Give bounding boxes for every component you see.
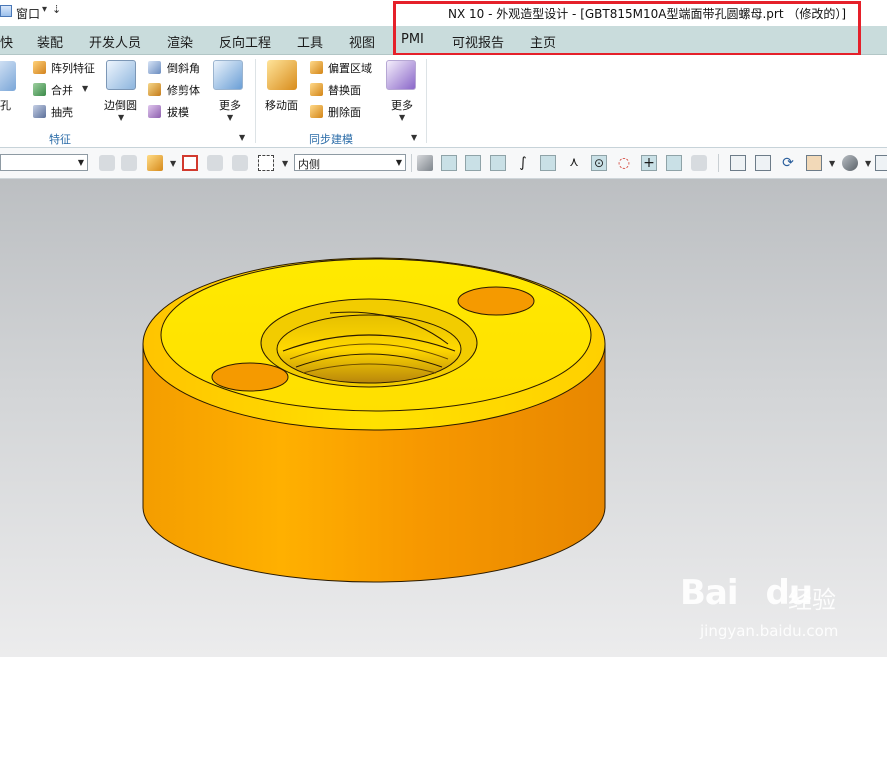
view-edit-icon[interactable]	[875, 155, 887, 171]
title-bar: 窗口 ▾ ⇣ NX 10 - 外观造型设计 - [GBT815M10A型端面带孔…	[0, 0, 887, 26]
intersection-icon[interactable]: ⋏	[566, 155, 582, 171]
quadrant-point-icon[interactable]: ◌	[616, 155, 632, 171]
group-expand-icon[interactable]: ▼	[411, 133, 417, 142]
offset-region-icon	[310, 61, 323, 74]
ribbon-separator	[426, 59, 427, 143]
threaded-bore	[260, 298, 478, 388]
chevron-down-icon[interactable]: ▼	[282, 159, 288, 168]
pattern-feature-icon	[33, 61, 46, 74]
more-sync-button[interactable]: 更多	[391, 97, 413, 113]
type-filter-select[interactable]: ▼	[0, 154, 88, 171]
pin-hole-right	[457, 286, 535, 316]
tab-assembly[interactable]: 装配	[37, 32, 63, 51]
chevron-down-icon: ▼	[77, 158, 84, 167]
offset-region-button[interactable]: 偏置区域	[328, 60, 372, 76]
end-point-icon[interactable]	[666, 155, 682, 171]
ribbon-separator	[255, 59, 256, 143]
inside-select[interactable]: 内侧 ▼	[294, 154, 406, 171]
point-on-curve-icon[interactable]	[540, 155, 556, 171]
move-face-button[interactable]: 移动面	[265, 97, 298, 113]
tab-render[interactable]: 渲染	[167, 32, 193, 51]
move-face-icon[interactable]	[267, 60, 297, 90]
deselect-icon[interactable]	[207, 155, 223, 171]
tab-reverse-engineering[interactable]: 反向工程	[219, 32, 271, 51]
snap-icon[interactable]	[99, 155, 115, 171]
quick-access-customize-icon[interactable]: ⇣	[52, 3, 61, 16]
replace-face-button[interactable]: 替换面	[328, 82, 361, 98]
chevron-down-icon[interactable]: ▼	[227, 113, 233, 122]
feature-group-label: 特征	[49, 133, 71, 146]
window-title: NX 10 - 外观造型设计 - [GBT815M10A型端面带孔圆螺母.prt…	[448, 7, 847, 21]
sync-modeling-group-label: 同步建模	[309, 133, 353, 146]
trim-body-icon	[148, 83, 161, 96]
tab-view[interactable]: 视图	[349, 32, 375, 51]
watermark-url: jingyan.baidu.com	[700, 622, 839, 640]
shell-button[interactable]: 抽壳	[51, 104, 73, 120]
rotate-icon[interactable]: ⟳	[780, 155, 796, 171]
tab-visual-report[interactable]: 可视报告	[452, 32, 504, 51]
chevron-down-icon: ▼	[395, 158, 402, 167]
chevron-down-icon[interactable]: ▼	[829, 159, 835, 168]
delete-face-icon	[310, 105, 323, 118]
ribbon-panel: 孔 阵列特征 合并 ▼ 抽壳 边倒圆 ▼ 倒斜角 修剪体 拔模 更多 ▼ 特征 …	[0, 55, 887, 148]
fit-view-icon[interactable]	[730, 155, 746, 171]
toolbar-separator	[718, 154, 719, 172]
chevron-down-icon[interactable]: ▾	[42, 4, 47, 15]
orient-view-icon[interactable]	[806, 155, 822, 171]
select-follow-icon[interactable]	[121, 155, 137, 171]
rectangle-select-icon[interactable]	[258, 155, 274, 171]
tab-developer[interactable]: 开发人员	[89, 32, 141, 51]
inside-select-value: 内侧	[298, 158, 320, 171]
draft-button[interactable]: 拔模	[167, 104, 189, 120]
existing-point-icon[interactable]: +	[641, 155, 657, 171]
hole-icon[interactable]	[0, 61, 16, 91]
feature-select-icon[interactable]	[147, 155, 163, 171]
chamfer-button[interactable]: 倒斜角	[167, 60, 200, 76]
draft-icon	[148, 105, 161, 118]
curve-select-icon[interactable]	[465, 155, 481, 171]
baidu-paw-icon	[730, 737, 763, 768]
window-icon[interactable]	[0, 5, 12, 17]
more-features-button[interactable]: 更多	[219, 97, 241, 113]
chevron-down-icon[interactable]: ▼	[170, 159, 176, 168]
tangent-curve-icon[interactable]: ∫	[515, 155, 531, 171]
edge-blend-icon[interactable]	[106, 60, 136, 90]
tab-modeling[interactable]: 快	[0, 32, 13, 51]
baidu-jingyan-text: 经验	[788, 586, 836, 614]
edge-select-icon[interactable]	[490, 155, 506, 171]
render-style-icon[interactable]	[842, 155, 858, 171]
selection-toolbar: ▼ ▼ ▼ 内侧 ▼ ∫ ⋏ ⊙ ◌ + ⟳ ▼ ▼	[0, 148, 887, 179]
edge-blend-button[interactable]: 边倒圆	[104, 97, 137, 113]
tab-tools[interactable]: 工具	[297, 32, 323, 51]
more-features-icon[interactable]	[213, 60, 243, 90]
hole-button[interactable]: 孔	[0, 97, 11, 113]
ribbon-tab-bar: 快 装配 开发人员 渲染 反向工程 工具 视图 PMI 可视报告 主页	[0, 26, 887, 55]
chevron-down-icon[interactable]: ▼	[865, 159, 871, 168]
tab-pmi[interactable]: PMI	[401, 32, 424, 47]
chamfer-icon	[148, 61, 161, 74]
pin-hole-left	[211, 362, 289, 392]
window-menu[interactable]: 窗口	[16, 5, 40, 22]
chevron-down-icon[interactable]: ▼	[82, 84, 88, 93]
replace-face-icon	[310, 83, 323, 96]
unite-button[interactable]: 合并	[51, 82, 73, 98]
toolbar-separator	[411, 154, 412, 172]
zoom-icon[interactable]	[755, 155, 771, 171]
tab-home[interactable]: 主页	[530, 32, 556, 51]
more-sync-icon[interactable]	[386, 60, 416, 90]
unite-icon	[33, 83, 46, 96]
shell-icon	[33, 105, 46, 118]
trim-body-button[interactable]: 修剪体	[167, 82, 200, 98]
chevron-down-icon[interactable]: ▼	[118, 113, 124, 122]
snap-options-icon[interactable]	[691, 155, 707, 171]
center-point-icon[interactable]: ⊙	[591, 155, 607, 171]
filter-icon[interactable]	[232, 155, 248, 171]
group-expand-icon[interactable]: ▼	[239, 133, 245, 142]
select-all-icon[interactable]	[182, 155, 198, 171]
solid-body-icon[interactable]	[417, 155, 433, 171]
pattern-feature-button[interactable]: 阵列特征	[51, 60, 95, 76]
delete-face-button[interactable]: 删除面	[328, 104, 361, 120]
face-select-icon[interactable]	[441, 155, 457, 171]
chevron-down-icon[interactable]: ▼	[399, 113, 405, 122]
